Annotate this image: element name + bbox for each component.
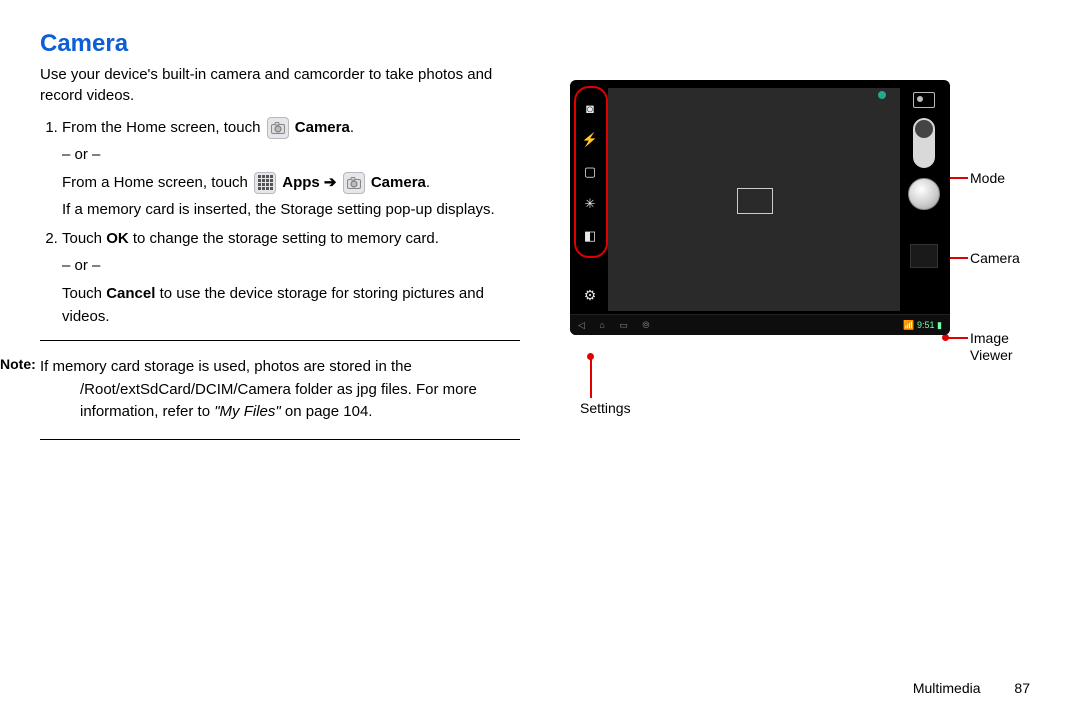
step2a-post: to change the storage setting to memory … bbox=[129, 230, 439, 247]
nav-buttons[interactable]: ◁ ⌂ ▭ ⦾ bbox=[578, 320, 656, 331]
step1b-arrow: ➔ bbox=[324, 174, 341, 191]
callout-line bbox=[948, 177, 968, 179]
step1b-post: . bbox=[426, 174, 430, 191]
step2b-cancel: Cancel bbox=[106, 285, 155, 302]
viewfinder[interactable] bbox=[608, 88, 900, 311]
apps-icon bbox=[254, 172, 276, 194]
page-footer: Multimedia 87 bbox=[913, 680, 1030, 696]
focus-box bbox=[737, 188, 773, 214]
steps-list: From the Home screen, touch Camera. – or… bbox=[40, 116, 520, 328]
image-viewer-thumb[interactable] bbox=[910, 244, 938, 268]
step1-or: – or – bbox=[62, 143, 520, 166]
footer-section: Multimedia bbox=[913, 680, 981, 696]
shutter-button[interactable] bbox=[908, 178, 940, 210]
storage-indicator-icon bbox=[913, 92, 935, 108]
effects-icon[interactable]: ✳ bbox=[580, 194, 600, 214]
settings-gear-icon[interactable]: ⚙ bbox=[580, 285, 600, 305]
step2a-pre: Touch bbox=[62, 230, 106, 247]
mode-switch[interactable] bbox=[913, 118, 935, 168]
step2-or: – or – bbox=[62, 254, 520, 277]
step1c: If a memory card is inserted, the Storag… bbox=[62, 198, 520, 221]
divider-top bbox=[40, 340, 520, 341]
step-1: From the Home screen, touch Camera. – or… bbox=[62, 116, 520, 221]
callout-dot bbox=[587, 353, 594, 360]
callout-line bbox=[948, 257, 968, 259]
step2a-ok: OK bbox=[106, 230, 129, 247]
step1b-pre: From a Home screen, touch bbox=[62, 174, 252, 191]
right-controls bbox=[904, 88, 944, 311]
callout-line bbox=[948, 337, 968, 339]
step-2: Touch OK to change the storage setting t… bbox=[62, 227, 520, 328]
step2b-pre: Touch bbox=[62, 285, 106, 302]
camera-icon bbox=[267, 117, 289, 139]
note: Note: If memory card storage is used, ph… bbox=[40, 356, 520, 424]
divider-bottom bbox=[40, 439, 520, 440]
section-title: Camera bbox=[40, 30, 520, 58]
note-ref: "My Files" bbox=[214, 403, 280, 420]
step1-text-a: From the Home screen, touch bbox=[62, 119, 265, 136]
callout-dot bbox=[942, 334, 949, 341]
gps-indicator-icon bbox=[878, 91, 886, 99]
flash-icon[interactable]: ⚡ bbox=[580, 130, 600, 150]
settings-shortcuts-bar: ◙ ⚡ ▢ ✳ ◧ bbox=[576, 88, 604, 311]
note-body-post: on page 104. bbox=[281, 403, 373, 420]
device-screenshot: ◙ ⚡ ▢ ✳ ◧ ⚙ ◁ ⌂ ▭ ⦾ 📶 9:51 ▮ bbox=[570, 80, 950, 335]
label-mode: Mode bbox=[970, 170, 1005, 187]
camera-icon-2 bbox=[343, 172, 365, 194]
label-image-viewer: Image Viewer bbox=[970, 330, 1030, 364]
step1-camera-label: Camera bbox=[295, 119, 350, 136]
label-settings: Settings bbox=[580, 400, 631, 417]
status-time: 📶 9:51 ▮ bbox=[903, 320, 942, 331]
step1b-apps: Apps bbox=[282, 174, 320, 191]
intro-text: Use your device's built-in camera and ca… bbox=[40, 64, 520, 106]
camera-figure: Settings Shortcuts GPS Active Storage In… bbox=[550, 80, 1040, 335]
exposure-icon[interactable]: ◧ bbox=[580, 226, 600, 246]
callout-line bbox=[590, 358, 592, 398]
step1b-camera: Camera bbox=[371, 174, 426, 191]
shooting-mode-icon[interactable]: ▢ bbox=[580, 162, 600, 182]
self-portrait-icon[interactable]: ◙ bbox=[580, 98, 600, 118]
nav-bar: ◁ ⌂ ▭ ⦾ 📶 9:51 ▮ bbox=[570, 314, 950, 335]
label-camera: Camera bbox=[970, 250, 1020, 267]
footer-page: 87 bbox=[1014, 680, 1030, 696]
